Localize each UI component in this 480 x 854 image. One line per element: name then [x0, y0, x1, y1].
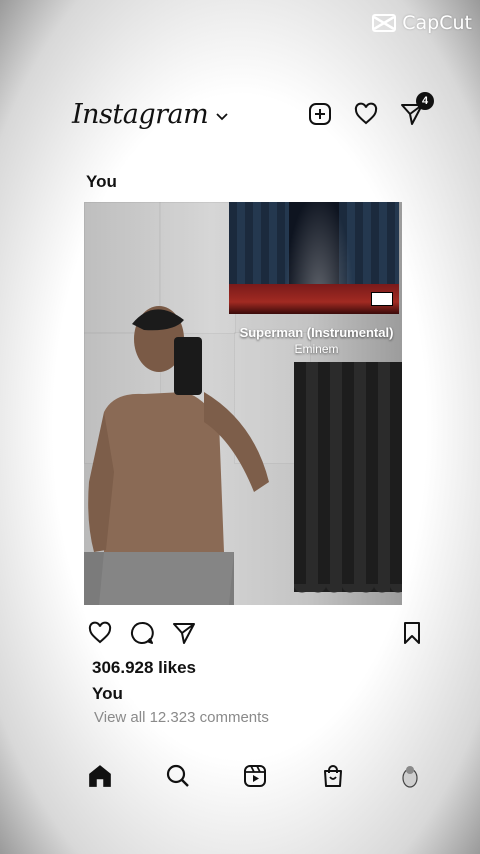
share-icon[interactable]	[172, 621, 196, 645]
shop-icon	[323, 765, 342, 787]
view-comments-link[interactable]: View all 12.323 comments	[94, 709, 269, 726]
direct-messages-button[interactable]: 4	[400, 92, 434, 126]
chevron-down-icon[interactable]	[216, 113, 228, 121]
comment-icon[interactable]	[130, 621, 154, 645]
likes-count[interactable]: 306.928 likes	[92, 658, 196, 678]
create-icon[interactable]	[308, 102, 332, 126]
song-title: Superman (Instrumental)	[239, 325, 394, 340]
nav-search[interactable]	[164, 762, 192, 790]
messages-badge: 4	[416, 92, 434, 110]
nav-profile[interactable]	[396, 762, 424, 790]
capcut-watermark: CapCut	[372, 12, 472, 34]
nav-shop[interactable]	[319, 762, 347, 790]
nav-home[interactable]	[86, 762, 114, 790]
capcut-label: CapCut	[402, 12, 472, 34]
album-curtain	[229, 202, 289, 284]
caption-username[interactable]: You	[92, 684, 123, 704]
bottom-nav	[86, 762, 424, 790]
music-sticker[interactable]: Superman (Instrumental) Eminem	[234, 325, 399, 356]
home-icon	[89, 765, 111, 787]
curtain	[294, 362, 402, 600]
post-username[interactable]: You	[86, 172, 117, 192]
nav-reels[interactable]	[241, 762, 269, 790]
post-image[interactable]: Superman (Instrumental) Eminem	[84, 202, 402, 605]
parental-advisory-label	[371, 292, 393, 306]
profile-icon	[402, 766, 418, 788]
heart-icon[interactable]	[354, 102, 378, 126]
post-actions	[88, 620, 422, 646]
capcut-logo-icon	[372, 14, 397, 32]
reels-icon	[244, 765, 266, 787]
top-bar: Instagram 4	[72, 92, 434, 134]
bookmark-icon[interactable]	[402, 622, 422, 644]
instagram-logo[interactable]: Instagram	[72, 99, 209, 130]
search-icon	[166, 764, 189, 787]
song-artist: Eminem	[294, 342, 339, 356]
like-icon[interactable]	[88, 621, 112, 645]
album-cover[interactable]	[229, 202, 399, 314]
